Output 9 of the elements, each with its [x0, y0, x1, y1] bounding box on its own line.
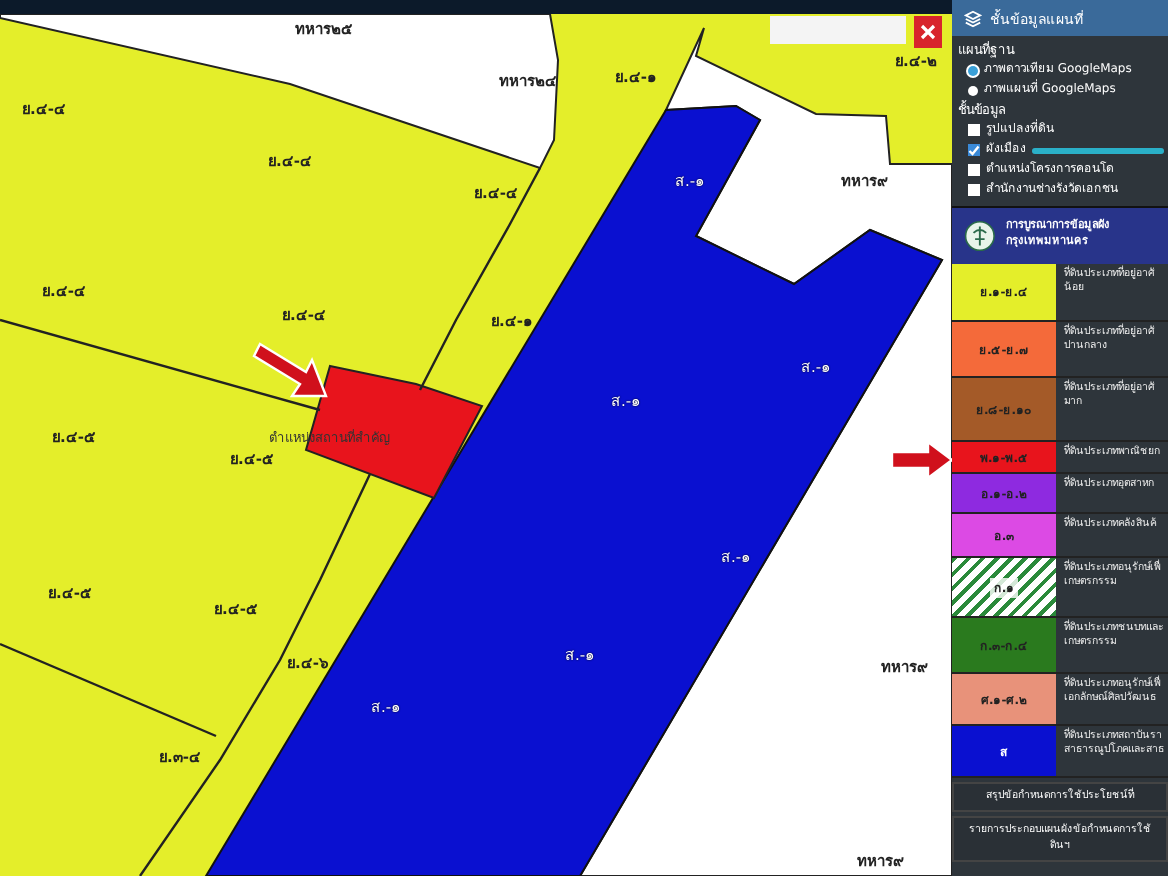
close-icon — [920, 24, 936, 40]
layers-icon — [964, 9, 982, 27]
opacity-slider[interactable] — [1032, 147, 1164, 153]
emblem-icon — [964, 216, 996, 256]
arrow-icon — [890, 439, 952, 481]
check-icon — [968, 143, 980, 157]
arrow-icon — [252, 342, 328, 398]
search-field[interactable] — [770, 16, 906, 44]
close-button[interactable] — [914, 16, 942, 48]
